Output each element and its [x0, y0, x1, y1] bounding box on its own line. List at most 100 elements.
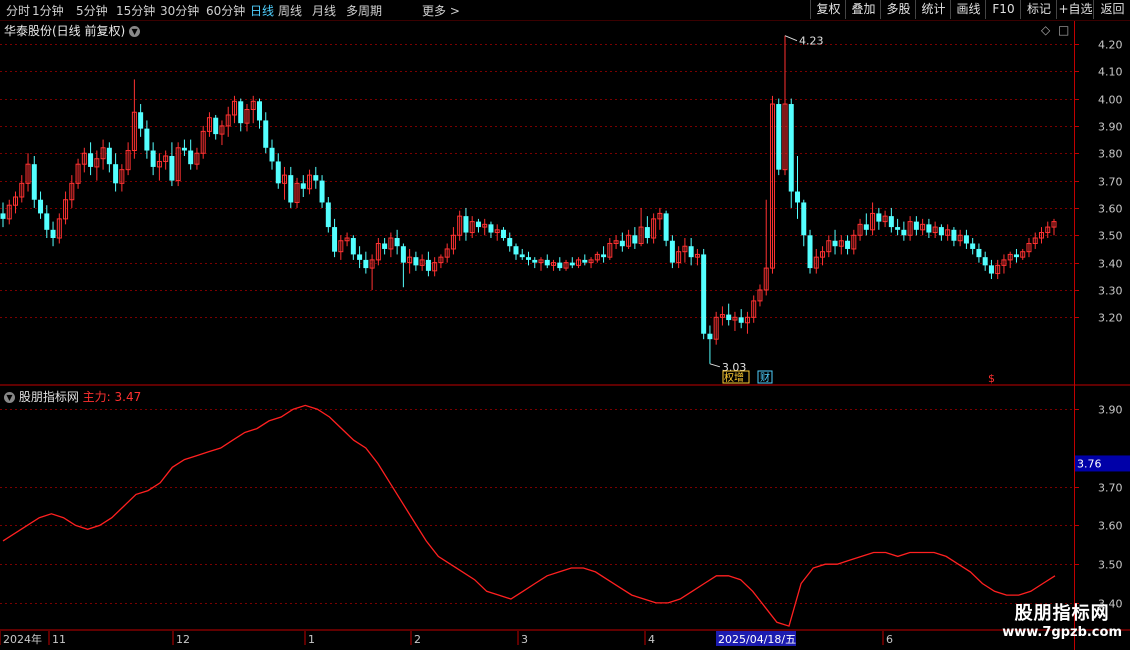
event-box-finance — [757, 370, 773, 384]
period-tab[interactable]: 日线 — [250, 2, 274, 19]
toolbar-button[interactable]: +自选 — [1056, 0, 1094, 19]
period-tab[interactable]: 15分钟 — [116, 2, 155, 19]
indicator-panel-title: ▼ 股朋指标网 主力: 3.47 — [4, 388, 141, 405]
candle-body-down — [313, 175, 319, 181]
toolbar-button[interactable]: 标记 — [1020, 0, 1057, 19]
candle-body-down — [738, 317, 744, 323]
toolbar-button[interactable]: 复权 — [810, 0, 846, 19]
candle-body-down — [394, 238, 400, 247]
date-tick-label: 2 — [414, 633, 421, 646]
price-tick-label: 3.20 — [1098, 312, 1123, 325]
candle-body-down — [350, 238, 356, 255]
event-tag-finance: 财 — [760, 371, 770, 384]
period-tab[interactable]: 5分钟 — [76, 2, 108, 19]
toolbar-button[interactable]: 多股 — [880, 0, 916, 19]
candle-body-down — [188, 150, 194, 165]
period-tab[interactable]: 更多 > — [422, 2, 460, 19]
period-tab[interactable]: 分时 — [6, 2, 30, 19]
candle-body-down — [876, 213, 882, 222]
period-tab[interactable]: 多周期 — [346, 2, 382, 19]
candle-body-up — [69, 182, 75, 201]
candle-body-down — [319, 180, 325, 203]
indicator-tick-label: 3.50 — [1098, 559, 1123, 572]
period-tab[interactable]: 1分钟 — [32, 2, 64, 19]
candle-body-down — [726, 314, 732, 321]
candle-body-up — [826, 240, 832, 253]
price-tick-label: 3.60 — [1098, 203, 1123, 216]
toolbar-button[interactable]: 叠加 — [845, 0, 881, 19]
price-annotations: 4.23 3.03权增 财 $ — [709, 35, 995, 385]
candle-body-down — [213, 117, 219, 135]
candle-body-up — [432, 262, 438, 272]
candle-body-down — [544, 259, 550, 266]
toolbar-button[interactable]: 统计 — [915, 0, 951, 19]
candle-body-down — [801, 202, 807, 236]
candle-body-up — [388, 237, 394, 250]
candle-body-up — [769, 103, 775, 269]
current-value-label: 3.76 — [1077, 457, 1102, 470]
candle-body-down — [425, 259, 431, 271]
candle-body-up — [607, 242, 613, 258]
candle-body-down — [507, 238, 513, 247]
candle-body-up — [1020, 251, 1026, 258]
candle-body-down — [325, 202, 331, 228]
candle-body-up — [494, 229, 500, 234]
candle-body-down — [113, 164, 119, 184]
toolbar-button[interactable]: 返回 — [1093, 0, 1130, 19]
period-tab[interactable]: 30分钟 — [160, 2, 199, 19]
candle-body-down — [688, 246, 694, 258]
candle-body-down — [582, 259, 588, 263]
candle-body-down — [976, 248, 982, 258]
candle-body-up — [1045, 226, 1051, 234]
candle-body-up — [744, 316, 750, 324]
indicator-line-value: 3.47 — [114, 390, 142, 404]
candle-body-up — [6, 204, 12, 220]
stock-title[interactable]: 华泰股份(日线 前复权) — [4, 24, 125, 38]
candle-body-down — [332, 227, 338, 252]
main-panel-title: 华泰股份(日线 前复权) ▼ — [4, 22, 141, 39]
candle-body-up — [626, 234, 632, 247]
candle-body-down — [475, 221, 481, 228]
toolbar-button[interactable]: 画线 — [950, 0, 986, 19]
candle-body-up — [920, 223, 926, 231]
price-tick-label: 3.70 — [1098, 176, 1123, 189]
candle-body-down — [488, 224, 494, 233]
candle-body-up — [75, 163, 81, 184]
indicator-gridlines — [0, 409, 1074, 604]
candle-body-down — [288, 175, 294, 203]
candle-body-down — [895, 227, 901, 230]
panel-toggle-icon: □ — [1058, 23, 1069, 37]
date-cursor-box — [716, 631, 796, 646]
candle-body-up — [25, 163, 31, 184]
candle-body-up — [163, 155, 169, 162]
candle-body-up — [732, 316, 738, 321]
candle-body-down — [669, 240, 675, 263]
candle-body-up — [657, 212, 663, 220]
candle-body-down — [926, 224, 932, 233]
chevron-down-icon[interactable]: ▼ — [4, 392, 15, 403]
candle-body-down — [863, 224, 869, 230]
candle-body-up — [538, 259, 544, 264]
candle-body-up — [100, 147, 106, 160]
chart-area[interactable]: ◇ □ 4.204.104.003.903.803.703.603.503.403… — [0, 0, 1130, 650]
candle-body-down — [644, 227, 650, 239]
candle-body-down — [400, 246, 406, 263]
candle-body-up — [719, 314, 725, 318]
high-marker-line — [784, 35, 798, 42]
candle-body-up — [119, 169, 125, 184]
chevron-down-icon[interactable]: ▼ — [129, 26, 141, 37]
indicator-name[interactable]: 股朋指标网 — [19, 390, 79, 404]
candle-body-up — [344, 237, 350, 242]
indicator-tick-label: 3.60 — [1098, 520, 1123, 533]
candle-body-up — [838, 240, 844, 247]
candle-body-down — [913, 221, 919, 230]
candle-body-down — [557, 262, 563, 269]
candle-body-up — [282, 174, 288, 184]
candle-body-up — [200, 130, 206, 154]
candle-body-down — [970, 243, 976, 249]
period-tab[interactable]: 周线 — [278, 2, 302, 19]
period-tab[interactable]: 60分钟 — [206, 2, 245, 19]
toolbar-button[interactable]: F10 — [985, 0, 1021, 19]
period-tab[interactable]: 月线 — [312, 2, 336, 19]
candle-body-down — [169, 155, 175, 181]
